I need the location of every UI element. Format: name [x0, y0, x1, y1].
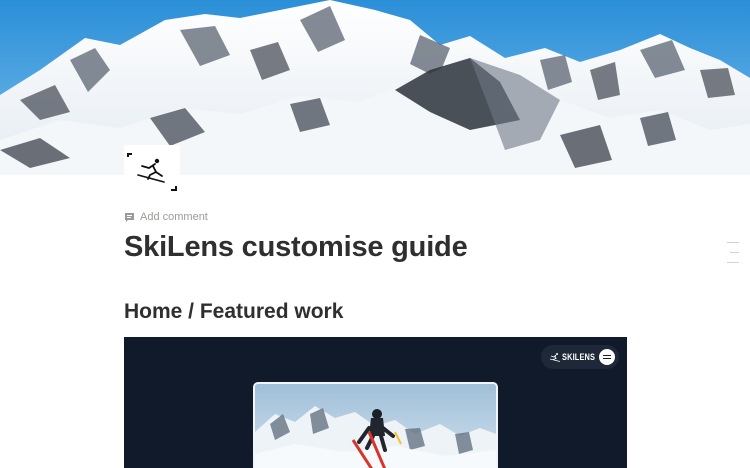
- mountain-photo: [0, 0, 750, 175]
- add-comment-button[interactable]: Add comment: [124, 210, 208, 224]
- table-of-contents-indicator[interactable]: [727, 242, 739, 272]
- page-title[interactable]: SkiLens customise guide: [124, 228, 468, 266]
- section-heading[interactable]: Home / Featured work: [124, 298, 343, 326]
- page-icon[interactable]: [124, 145, 180, 195]
- toc-line: [730, 252, 739, 253]
- ski-jumper-photo: [255, 384, 496, 468]
- embed-brand: SKILENS: [562, 352, 596, 362]
- cover-image[interactable]: [0, 0, 750, 175]
- embed-navbar: SKILENS: [541, 345, 619, 369]
- embed-hero-image: [253, 382, 498, 468]
- hamburger-menu-icon[interactable]: [599, 349, 615, 365]
- add-comment-label: Add comment: [140, 211, 208, 223]
- comment-icon: [125, 212, 134, 222]
- toc-line: [727, 242, 739, 243]
- website-preview-image[interactable]: SKILENS: [124, 337, 627, 468]
- skier-logo-icon: [549, 353, 561, 362]
- toc-line: [727, 262, 739, 263]
- skier-icon: [127, 153, 177, 191]
